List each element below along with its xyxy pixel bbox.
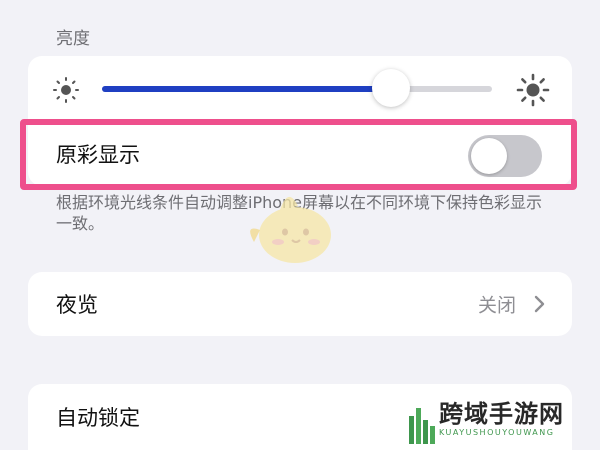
auto-lock-label: 自动锁定 bbox=[56, 406, 140, 430]
night-shift-row[interactable]: 夜览 关闭 bbox=[28, 272, 572, 336]
watermark-subtext: KUAYUSHOUYOUWANG bbox=[439, 428, 555, 437]
brightness-section-header: 亮度 bbox=[56, 29, 90, 49]
chevron-right-icon bbox=[534, 295, 545, 313]
sun-small-icon bbox=[53, 77, 79, 103]
sun-large-icon bbox=[516, 73, 550, 107]
night-shift-label: 夜览 bbox=[56, 293, 98, 317]
night-shift-value: 关闭 bbox=[477, 294, 516, 317]
watermark-text: 跨域手游网 bbox=[439, 399, 564, 428]
brightness-slider[interactable] bbox=[102, 86, 492, 92]
brightness-slider-thumb[interactable] bbox=[371, 69, 410, 107]
watermark-logo-icon bbox=[409, 408, 435, 444]
brightness-slider-row bbox=[28, 56, 572, 122]
brightness-slider-fill bbox=[102, 86, 391, 92]
mascot-watermark-icon bbox=[250, 196, 331, 263]
site-watermark: 跨域手游网 KUAYUSHOUYOUWANG bbox=[405, 394, 595, 448]
